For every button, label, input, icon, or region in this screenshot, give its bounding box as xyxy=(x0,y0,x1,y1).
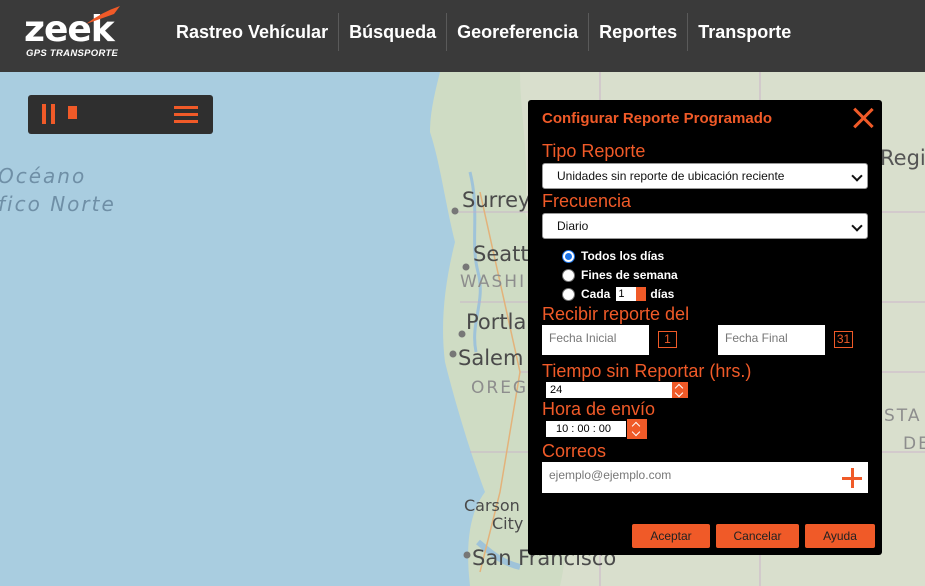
city-carson-city: City xyxy=(492,514,524,533)
close-icon[interactable] xyxy=(852,107,874,129)
city-dot-sf xyxy=(463,551,471,559)
logo-swoosh-icon xyxy=(86,6,120,24)
cada-spinner[interactable] xyxy=(636,287,647,301)
radio-cada-label: Cada xyxy=(581,287,611,301)
correos-placeholder: ejemplo@ejemplo.com xyxy=(549,468,672,482)
add-email-plus-icon[interactable] xyxy=(842,468,862,488)
city-dot-surrey xyxy=(451,207,459,215)
aceptar-button[interactable]: Aceptar xyxy=(632,524,710,548)
nav-rastreo[interactable]: Rastreo Vehícular xyxy=(166,13,338,51)
map-controls xyxy=(28,95,213,134)
calendar-end-icon[interactable]: 31 xyxy=(834,331,853,348)
radio-todos[interactable] xyxy=(562,249,575,263)
correos-input[interactable]: ejemplo@ejemplo.com xyxy=(542,462,868,493)
frecuencia-value: Diario xyxy=(557,219,589,233)
stop-icon[interactable] xyxy=(68,106,77,119)
scheduled-report-dialog: Configurar Reporte Programado Tipo Repor… xyxy=(528,100,882,555)
nav-busqueda[interactable]: Búsqueda xyxy=(338,13,446,51)
city-portland: Portla xyxy=(466,310,527,334)
top-navbar: zeek GPS TRANSPORTE Rastreo Vehícular Bú… xyxy=(0,0,925,72)
city-carson: Carson xyxy=(464,496,520,515)
radio-fines-row[interactable]: Fines de semana xyxy=(562,268,678,282)
region-label: Regi xyxy=(880,146,925,170)
cancelar-button[interactable]: Cancelar xyxy=(716,524,799,548)
radio-todos-row[interactable]: Todos los días xyxy=(562,249,664,263)
state-label-right-2: DE xyxy=(903,434,925,454)
dialog-title: Configurar Reporte Programado xyxy=(542,110,773,127)
cada-days-input[interactable]: 1 xyxy=(616,287,647,301)
hora-label: Hora de envío xyxy=(542,399,656,419)
frecuencia-select[interactable]: Diario xyxy=(542,213,868,239)
pause-icon[interactable] xyxy=(42,104,58,124)
tipo-reporte-value: Unidades sin reporte de ubicación recien… xyxy=(557,169,785,183)
calendar-start-icon[interactable]: 1 xyxy=(658,331,677,348)
hora-input[interactable]: 10 : 00 : 00 xyxy=(546,421,626,437)
logo-subtitle: GPS TRANSPORTE xyxy=(26,48,119,59)
radio-cada-row[interactable]: Cada 1 días xyxy=(562,287,674,301)
city-salem: Salem xyxy=(458,346,524,370)
state-washington: WASHI xyxy=(460,272,527,292)
city-seattle: Seatt xyxy=(473,242,529,266)
hora-spinner[interactable] xyxy=(627,419,647,439)
correos-label: Correos xyxy=(542,441,607,461)
nav-transporte[interactable]: Transporte xyxy=(687,13,801,51)
chevron-down-icon xyxy=(851,170,863,182)
nav-reportes[interactable]: Reportes xyxy=(588,13,687,51)
cada-days-value: 1 xyxy=(618,288,625,300)
radio-cada[interactable] xyxy=(562,287,575,301)
recibir-label: Recibir reporte del xyxy=(542,304,690,324)
state-label-right: STA xyxy=(884,406,922,426)
tiempo-label: Tiempo sin Reportar (hrs.) xyxy=(542,361,752,381)
city-dot-salem xyxy=(449,350,457,358)
radio-fines[interactable] xyxy=(562,268,575,282)
tipo-reporte-label: Tipo Reporte xyxy=(542,141,646,161)
frecuencia-label: Frecuencia xyxy=(542,191,632,211)
zeek-logo[interactable]: zeek GPS TRANSPORTE xyxy=(24,6,134,64)
city-dot-seattle xyxy=(462,263,470,271)
nav-georeferencia[interactable]: Georeferencia xyxy=(446,13,588,51)
cada-unit-label: días xyxy=(650,287,675,301)
radio-fines-label: Fines de semana xyxy=(581,268,678,282)
chevron-down-icon xyxy=(851,220,863,232)
fecha-inicial-input[interactable]: Fecha Inicial xyxy=(542,325,649,355)
city-surrey: Surrey xyxy=(462,188,531,212)
ocean-label-2: fico Norte xyxy=(0,192,116,216)
radio-todos-label: Todos los días xyxy=(581,249,665,263)
ayuda-button[interactable]: Ayuda xyxy=(805,524,875,548)
hamburger-menu-icon[interactable] xyxy=(174,106,198,124)
fecha-final-input[interactable]: Fecha Final xyxy=(718,325,825,355)
tipo-reporte-select[interactable]: Unidades sin reporte de ubicación recien… xyxy=(542,163,868,189)
tiempo-spinner[interactable] xyxy=(672,382,688,398)
city-dot-portland xyxy=(458,330,466,338)
main-nav: Rastreo Vehícular Búsqueda Georeferencia… xyxy=(166,13,801,51)
tiempo-input[interactable]: 24 xyxy=(546,382,672,398)
ocean-label-1: Océano xyxy=(0,164,87,188)
